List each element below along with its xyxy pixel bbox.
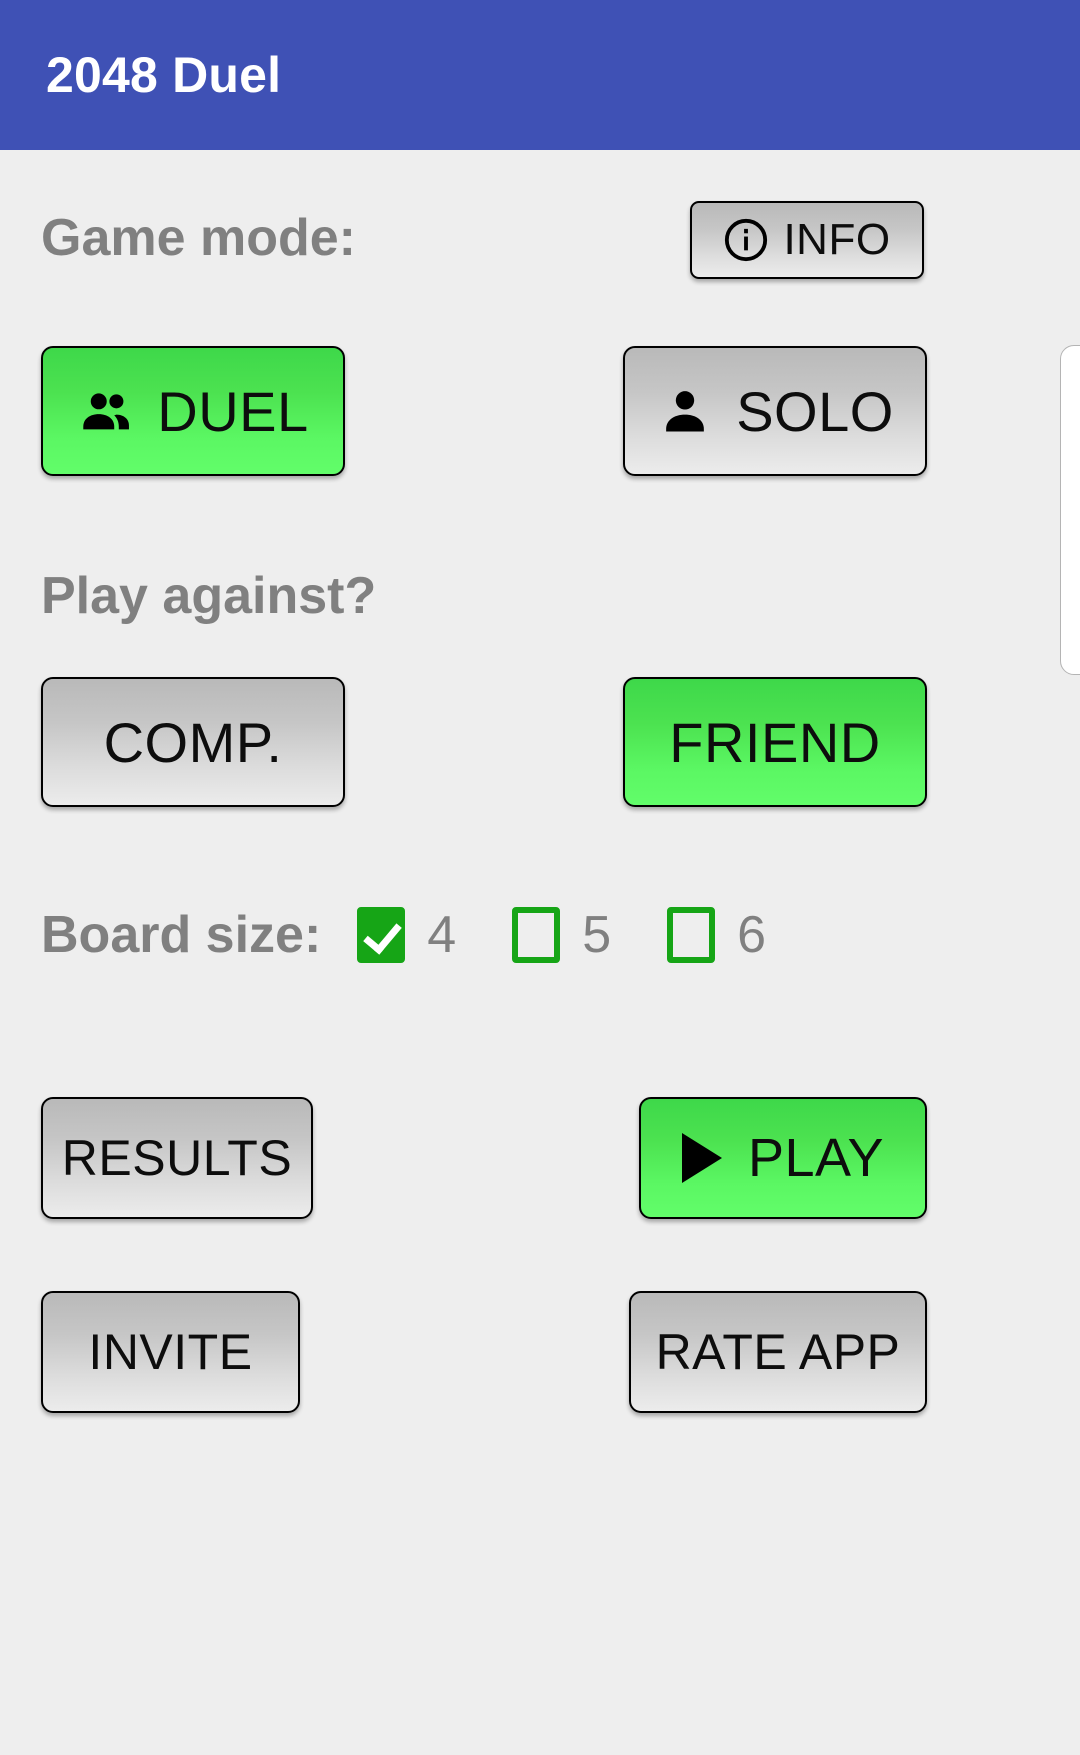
board-size-option-4[interactable]: 4 — [357, 907, 456, 963]
person-icon — [656, 382, 714, 440]
main-content: Game mode: INFO DUEL SOLO Play against? … — [0, 150, 1080, 1755]
app-bar: 2048 Duel — [0, 0, 1080, 150]
results-button[interactable]: RESULTS — [41, 1097, 313, 1219]
play-button-label: PLAY — [747, 1128, 885, 1188]
info-button-label: INFO — [783, 215, 891, 264]
play-triangle-icon — [681, 1133, 722, 1183]
play-against-computer-label: COMP. — [103, 710, 283, 774]
board-size-checkbox-4[interactable] — [357, 907, 406, 963]
board-size-label: Board size: — [41, 906, 322, 964]
play-against-computer-button[interactable]: COMP. — [41, 677, 345, 807]
invite-button[interactable]: INVITE — [41, 1291, 300, 1413]
info-button[interactable]: INFO — [690, 201, 924, 279]
play-button[interactable]: PLAY — [639, 1097, 927, 1219]
play-against-friend-label: FRIEND — [669, 710, 881, 774]
game-mode-solo-button[interactable]: SOLO — [623, 346, 927, 476]
board-size-checkbox-5[interactable] — [512, 907, 561, 963]
play-against-label: Play against? — [41, 567, 377, 625]
board-size-checkbox-5-label: 5 — [582, 906, 612, 964]
game-mode-duel-button[interactable]: DUEL — [41, 346, 345, 476]
board-size-checkbox-6-label: 6 — [737, 906, 767, 964]
board-size-row: Board size: 4 5 6 — [41, 895, 941, 975]
game-mode-duel-label: DUEL — [157, 379, 309, 443]
board-size-option-6[interactable]: 6 — [667, 907, 766, 963]
play-against-friend-button[interactable]: FRIEND — [623, 677, 927, 807]
side-panel-edge — [1060, 345, 1080, 675]
game-mode-solo-label: SOLO — [736, 379, 894, 443]
people-icon — [77, 382, 135, 440]
board-size-checkbox-6[interactable] — [667, 907, 716, 963]
board-size-checkbox-4-label: 4 — [427, 906, 457, 964]
board-size-option-5[interactable]: 5 — [512, 907, 611, 963]
invite-button-label: INVITE — [88, 1324, 253, 1380]
rate-app-button-label: RATE APP — [655, 1324, 901, 1380]
rate-app-button[interactable]: RATE APP — [629, 1291, 927, 1413]
game-mode-label: Game mode: — [41, 209, 356, 267]
results-button-label: RESULTS — [61, 1130, 293, 1186]
app-title: 2048 Duel — [46, 47, 282, 103]
info-circle-icon — [723, 217, 769, 263]
